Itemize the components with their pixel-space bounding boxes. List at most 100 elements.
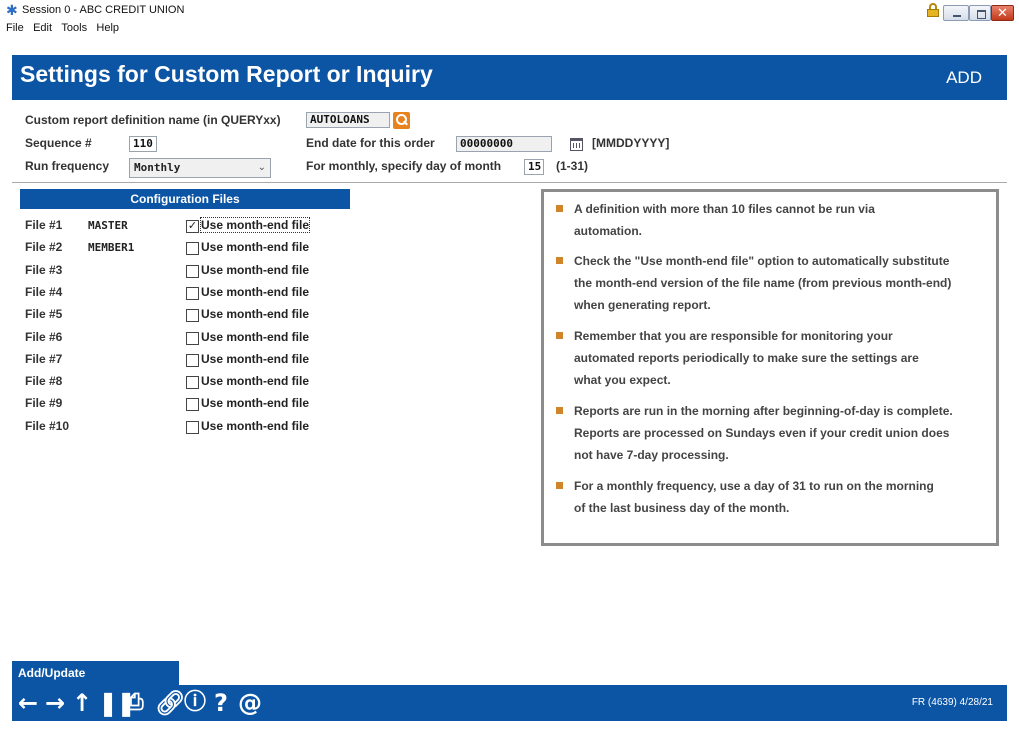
chevron-down-icon: ⌄ — [257, 162, 266, 173]
divider — [12, 182, 1007, 183]
config-files-heading: Configuration Files — [20, 189, 350, 209]
run-frequency-select[interactable]: Monthly ⌄ — [129, 158, 271, 178]
minimize-button[interactable] — [943, 5, 969, 21]
print-icon[interactable]: ⎙ — [126, 689, 144, 717]
page-title: Settings for Custom Report or Inquiry — [20, 61, 433, 87]
file-row: File #1 MASTER ✓ Use month-end file — [25, 217, 355, 238]
info-line: A definition with more than 10 files can… — [574, 202, 875, 216]
use-month-end-label[interactable]: Use month-end file — [201, 330, 309, 344]
use-month-end-label[interactable]: Use month-end file — [201, 419, 309, 433]
link-icon[interactable]: 🔗︎ — [155, 689, 185, 717]
file-row: File #6 Use month-end file — [25, 330, 355, 350]
file-label: File #7 — [25, 351, 63, 366]
file-label: File #10 — [25, 418, 70, 433]
file-label: File #9 — [25, 396, 63, 411]
info-line: Remember that you are responsible for mo… — [574, 329, 893, 343]
menu-edit[interactable]: Edit — [33, 22, 52, 34]
info-icon[interactable]: ⓘ — [184, 689, 206, 717]
info-line: the month-end version of the file name (… — [574, 276, 952, 290]
bullet-icon — [556, 482, 563, 489]
app-icon: ✱ — [6, 2, 18, 18]
use-month-end-label[interactable]: Use month-end file — [201, 352, 309, 366]
use-month-end-label[interactable]: Use month-end file — [201, 307, 309, 321]
file-row: File #9 Use month-end file — [25, 396, 355, 416]
close-button[interactable]: ✕ — [991, 5, 1014, 21]
menu-help[interactable]: Help — [96, 22, 119, 34]
file-label: File #1 — [25, 218, 63, 232]
help-icon[interactable]: ? — [214, 689, 228, 717]
file-name: MASTER — [88, 219, 128, 232]
end-date-field[interactable]: 00000000 — [456, 136, 552, 152]
info-line: what you expect. — [574, 373, 671, 387]
def-name-label: Custom report definition name (in QUERYx… — [25, 113, 281, 127]
forward-arrow-icon[interactable]: → — [45, 689, 65, 717]
info-item: For a monthly frequency, use a day of 31… — [556, 475, 986, 519]
file-row: File #7 Use month-end file — [25, 352, 355, 372]
menu-file[interactable]: File — [6, 22, 24, 34]
info-line: For a monthly frequency, use a day of 31… — [574, 479, 934, 493]
info-line: when generating report. — [574, 298, 711, 312]
at-icon[interactable]: @ — [238, 689, 262, 717]
footer-stamp: FR (4639) 4/28/21 — [911, 697, 993, 708]
file-row: File #3 Use month-end file — [25, 263, 355, 283]
add-update-button[interactable]: Add/Update — [12, 661, 179, 685]
sequence-label: Sequence # — [25, 136, 92, 150]
use-month-end-label[interactable]: Use month-end file — [199, 217, 311, 233]
file-row: File #5 Use month-end file — [25, 307, 355, 327]
info-line: of the last business day of the month. — [574, 501, 790, 515]
use-month-end-checkbox[interactable] — [186, 242, 199, 256]
bullet-icon — [556, 332, 563, 339]
maximize-button[interactable] — [969, 5, 991, 21]
back-arrow-icon[interactable]: ← — [18, 689, 38, 717]
info-line: not have 7-day processing. — [574, 448, 729, 462]
bullet-icon — [556, 257, 563, 264]
use-month-end-label[interactable]: Use month-end file — [201, 285, 309, 299]
run-frequency-label: Run frequency — [25, 159, 110, 173]
end-date-format: [MMDDYYYY] — [592, 136, 670, 150]
use-month-end-checkbox[interactable] — [186, 420, 199, 434]
file-label: File #2 — [25, 240, 63, 255]
search-icon[interactable] — [393, 112, 410, 129]
info-line: Check the "Use month-end file" option to… — [574, 254, 950, 268]
file-row: File #4 Use month-end file — [25, 285, 355, 305]
use-month-end-checkbox[interactable] — [186, 398, 199, 412]
file-label: File #4 — [25, 284, 63, 299]
info-item: Check the "Use month-end file" option to… — [556, 250, 986, 316]
close-icon: ✕ — [997, 5, 1008, 20]
page-header: Settings for Custom Report or Inquiry AD… — [12, 55, 1007, 100]
use-month-end-checkbox[interactable] — [186, 264, 199, 278]
file-row: File #8 Use month-end file — [25, 374, 355, 394]
def-name-field[interactable]: AUTOLOANS — [306, 112, 390, 128]
use-month-end-checkbox[interactable] — [186, 376, 199, 390]
window-titlebar: ✱ Session 0 - ABC CREDIT UNION ✕ — [0, 0, 1019, 22]
use-month-end-label[interactable]: Use month-end file — [201, 240, 309, 254]
use-month-end-label[interactable]: Use month-end file — [201, 374, 309, 388]
day-of-month-label: For monthly, specify day of month — [306, 159, 502, 173]
calendar-icon[interactable] — [570, 138, 583, 151]
up-arrow-icon[interactable]: ↑ — [72, 689, 92, 717]
use-month-end-checkbox[interactable] — [186, 309, 199, 323]
bullet-icon — [556, 205, 563, 212]
sequence-field[interactable]: 110 — [129, 136, 157, 152]
window-title: Session 0 - ABC CREDIT UNION — [22, 4, 185, 16]
file-name: MEMBER1 — [88, 241, 135, 255]
menu-tools[interactable]: Tools — [61, 22, 87, 34]
day-of-month-field[interactable]: 15 — [524, 159, 544, 175]
mode-label: ADD — [946, 68, 982, 87]
file-label: File #8 — [25, 374, 63, 389]
use-month-end-checkbox[interactable] — [186, 353, 199, 367]
file-label: File #5 — [25, 307, 63, 322]
info-item: A definition with more than 10 files can… — [556, 198, 986, 242]
day-of-month-range: (1-31) — [556, 159, 589, 173]
use-month-end-label[interactable]: Use month-end file — [201, 263, 309, 277]
run-frequency-value: Monthly — [134, 161, 181, 174]
use-month-end-label[interactable]: Use month-end file — [201, 396, 309, 410]
menu-bar: File Edit Tools Help — [0, 20, 1019, 36]
file-label: File #3 — [25, 262, 63, 277]
use-month-end-checkbox[interactable] — [186, 286, 199, 300]
end-date-label: End date for this order — [306, 136, 435, 150]
info-line: automation. — [574, 224, 642, 238]
use-month-end-checkbox[interactable] — [186, 331, 199, 345]
info-panel: A definition with more than 10 files can… — [541, 189, 999, 546]
use-month-end-checkbox[interactable]: ✓ — [186, 220, 199, 233]
